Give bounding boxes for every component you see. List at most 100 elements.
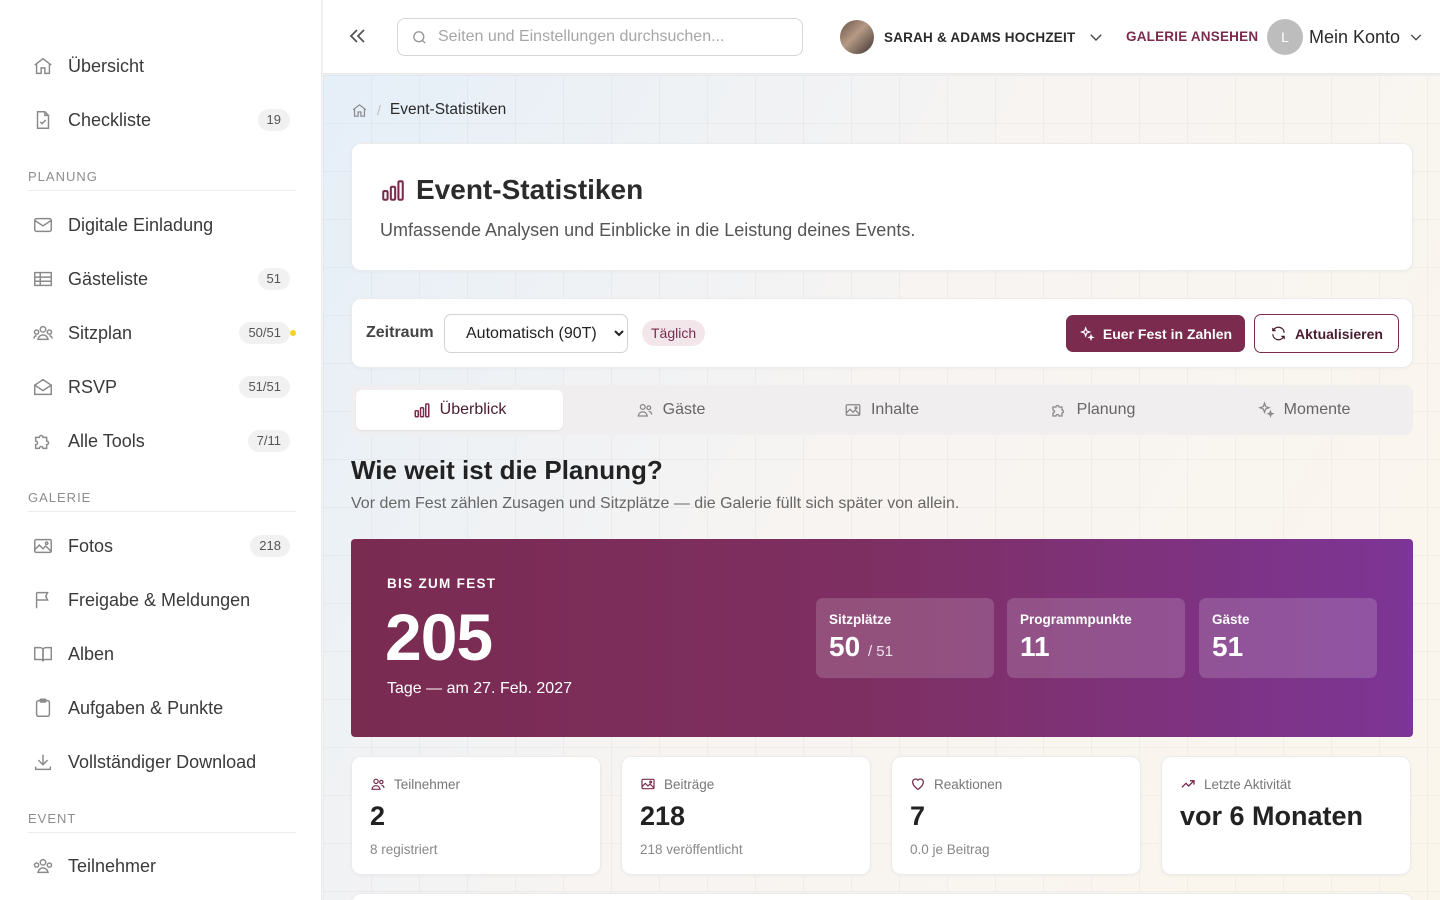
tab-ueberblick[interactable]: Überblick (356, 390, 563, 430)
sidebar-item-alle-tools[interactable]: Alle Tools 7/11 (28, 421, 294, 461)
table-icon (32, 267, 58, 291)
count-badge: 50/51 (239, 322, 290, 344)
sidebar-item-vollstaendiger-download[interactable]: Vollständiger Download (28, 742, 294, 782)
kpi-card-teilnehmer: Teilnehmer 2 8 registriert (351, 756, 601, 875)
button-label: Euer Fest in Zahlen (1102, 325, 1233, 342)
sidebar-item-teilnehmer[interactable]: Teilnehmer (28, 846, 294, 886)
sidebar-item-label: Gästeliste (68, 268, 149, 289)
stat-value: 11 (1020, 631, 1050, 662)
stat-label: Programmpunkte (1020, 612, 1132, 627)
section-label-event: EVENT (28, 811, 296, 833)
stat-sitzplaetze: Sitzplätze 50 / 51 (816, 598, 994, 678)
sidebar-item-label: Übersicht (68, 55, 145, 76)
fest-in-zahlen-button[interactable]: Euer Fest in Zahlen (1066, 315, 1245, 352)
mail-icon (32, 213, 58, 237)
view-gallery-link[interactable]: GALERIE ANSEHEN (1126, 29, 1258, 44)
users-icon (636, 401, 654, 419)
event-avatar (840, 20, 874, 54)
count-badge: 51 (257, 268, 290, 290)
checklist-icon (32, 108, 58, 132)
sidebar-item-label: Fotos (68, 535, 114, 556)
period-label: Zeitraum (366, 324, 434, 341)
breadcrumb: / Event-Statistiken (351, 101, 506, 119)
stat-value: 50 / 51 (829, 631, 893, 663)
sidebar-item-gaesteliste[interactable]: Gästeliste 51 (28, 259, 294, 299)
status-dot (290, 330, 296, 336)
sparkles-icon (1257, 401, 1275, 419)
bar-chart-icon (413, 401, 431, 419)
tab-momente[interactable]: Momente (1200, 390, 1407, 430)
kpi-card-letzte-aktivitaet: Letzte Aktivität vor 6 Monaten (1161, 756, 1411, 875)
account-menu[interactable]: L Mein Konto (1267, 19, 1424, 55)
tab-label: Inhalte (870, 401, 920, 418)
kpi-label: Letzte Aktivität (1204, 776, 1292, 792)
tab-label: Momente (1283, 401, 1351, 418)
sidebar-item-label: Aufgaben & Punkte (68, 697, 224, 718)
sidebar-item-label: Alben (68, 643, 115, 664)
heart-icon (910, 776, 926, 792)
page-header-card: Event-Statistiken Umfassende Analysen un… (351, 143, 1413, 271)
sidebar-item-label: Vollständiger Download (68, 751, 257, 772)
sidebar-item-rsvp[interactable]: RSVP 51/51 (28, 367, 294, 407)
sidebar-item-digitale-einladung[interactable]: Digitale Einladung (28, 205, 294, 245)
event-name: SARAH & ADAMS HOCHZEIT (884, 29, 1076, 45)
sidebar-item-fotos[interactable]: Fotos 218 (28, 526, 294, 566)
sidebar-item-uebersicht[interactable]: Übersicht (28, 46, 294, 86)
sidebar-item-freigabe-meldungen[interactable]: Freigabe & Meldungen (28, 580, 294, 620)
refresh-icon (1270, 325, 1287, 342)
sidebar-item-label: RSVP (68, 376, 118, 397)
count-badge: 51/51 (239, 376, 290, 398)
users-icon (370, 776, 386, 792)
sidebar-item-aufgaben-punkte[interactable]: Aufgaben & Punkte (28, 688, 294, 728)
image-icon (640, 776, 656, 792)
kpi-card-beitraege: Beiträge 218 218 veröffentlicht (621, 756, 871, 875)
sidebar-item-checkliste[interactable]: Checkliste 19 (28, 100, 294, 140)
stat-gaeste: Gäste 51 (1199, 598, 1377, 678)
period-select[interactable]: Automatisch (90T) (444, 314, 628, 353)
group-icon (32, 854, 58, 878)
section-heading: Wie weit ist die Planung? (351, 455, 663, 485)
open-envelope-icon (32, 375, 58, 399)
account-label: Mein Konto (1309, 26, 1401, 47)
kpi-subtext: 0.0 je Beitrag (910, 842, 990, 857)
collapse-sidebar-icon[interactable] (345, 24, 369, 48)
home-icon[interactable] (351, 102, 368, 119)
tab-planung[interactable]: Planung (989, 390, 1196, 430)
stat-label: Gäste (1212, 612, 1250, 627)
sidebar-item-sitzplan[interactable]: Sitzplan 50/51 (28, 313, 296, 353)
tab-bar: Überblick Gäste Inhalte Planung Momente (351, 385, 1413, 435)
stat-number: 50 (829, 631, 861, 662)
tab-gaeste[interactable]: Gäste (567, 390, 774, 430)
event-switcher[interactable]: SARAH & ADAMS HOCHZEIT (840, 19, 1105, 55)
kpi-value: 218 (640, 801, 686, 831)
kpi-card-reaktionen: Reaktionen 7 0.0 je Beitrag (891, 756, 1141, 875)
page-subtitle: Umfassende Analysen und Einblicke in die… (380, 220, 916, 240)
sidebar-item-label: Checkliste (68, 109, 152, 130)
count-badge: 19 (257, 109, 290, 131)
next-section-card (351, 893, 1413, 900)
stat-programmpunkte: Programmpunkte 11 (1007, 598, 1185, 678)
refresh-button[interactable]: Aktualisieren (1254, 314, 1399, 353)
filter-toolbar: Zeitraum Automatisch (90T) Täglich Euer … (351, 298, 1413, 368)
section-label-planung: PLANUNG (28, 169, 296, 191)
sidebar-item-label: Sitzplan (68, 322, 133, 343)
search-box (397, 18, 803, 56)
tab-label: Gäste (662, 401, 706, 418)
sidebar-item-label: Teilnehmer (68, 855, 157, 876)
search-input[interactable] (438, 20, 788, 54)
sidebar-item-alben[interactable]: Alben (28, 634, 294, 674)
kpi-value: vor 6 Monaten (1180, 801, 1364, 831)
chevron-down-icon (1087, 28, 1105, 46)
group-icon (32, 321, 58, 345)
tab-inhalte[interactable]: Inhalte (778, 390, 985, 430)
avatar: L (1267, 19, 1303, 55)
main-content: / Event-Statistiken Event-Statistiken Um… (323, 75, 1440, 900)
count-badge: 7/11 (247, 430, 290, 452)
stat-value: 51 (1212, 631, 1244, 662)
book-icon (32, 642, 58, 666)
page-title: Event-Statistiken (416, 174, 644, 205)
kpi-subtext: 218 veröffentlicht (640, 842, 743, 857)
puzzle-icon (32, 429, 58, 453)
kpi-value: 7 (910, 801, 926, 831)
tab-label: Überblick (439, 401, 507, 418)
